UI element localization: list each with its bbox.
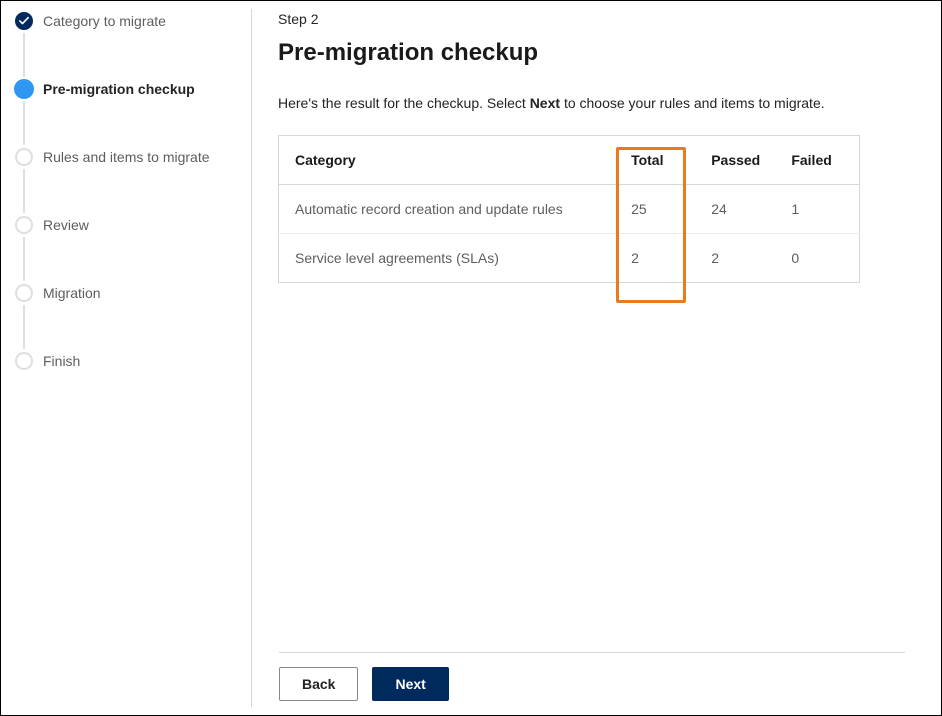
step-category-to-migrate[interactable]: Category to migrate	[1, 11, 251, 79]
th-passed: Passed	[699, 136, 779, 185]
step-label: Pre-migration checkup	[43, 79, 195, 99]
step-rules-and-items[interactable]: Rules and items to migrate	[1, 147, 251, 215]
cell-total[interactable]: 2	[619, 234, 699, 283]
wizard-stepper: Category to migrate Pre-migration checku…	[1, 1, 251, 715]
cell-total[interactable]: 25	[619, 185, 699, 234]
intro-after: to choose your rules and items to migrat…	[564, 95, 825, 111]
step-migration[interactable]: Migration	[1, 283, 251, 351]
cell-category: Automatic record creation and update rul…	[279, 185, 620, 234]
cell-category: Service level agreements (SLAs)	[279, 234, 620, 283]
intro-text: Here's the result for the checkup. Selec…	[278, 95, 905, 111]
step-future-icon	[15, 216, 33, 234]
step-label: Review	[43, 215, 89, 235]
step-pre-migration-checkup[interactable]: Pre-migration checkup	[1, 79, 251, 147]
step-future-icon	[15, 148, 33, 166]
step-connector	[23, 305, 25, 349]
intro-before: Here's the result for the checkup. Selec…	[278, 95, 530, 111]
step-label: Finish	[43, 351, 80, 371]
intro-strong: Next	[530, 95, 560, 111]
step-connector	[23, 33, 25, 77]
step-connector	[23, 169, 25, 213]
th-failed: Failed	[779, 136, 859, 185]
results-table: Category Total Passed Failed Automatic r…	[278, 135, 860, 283]
th-total: Total	[619, 136, 699, 185]
table-header-row: Category Total Passed Failed	[279, 136, 860, 185]
step-label: Category to migrate	[43, 11, 166, 31]
step-label: Rules and items to migrate	[43, 147, 210, 167]
step-connector	[23, 237, 25, 281]
table-row: Service level agreements (SLAs) 2 2 0	[279, 234, 860, 283]
next-button[interactable]: Next	[372, 667, 448, 701]
cell-passed[interactable]: 2	[699, 234, 779, 283]
main-content: Step 2 Pre-migration checkup Here's the …	[252, 1, 941, 715]
cell-failed[interactable]: 1	[779, 185, 859, 234]
checkmark-icon	[15, 12, 33, 30]
step-indicator: Step 2	[278, 11, 905, 27]
step-future-icon	[15, 284, 33, 302]
back-button[interactable]: Back	[279, 667, 358, 701]
cell-passed[interactable]: 24	[699, 185, 779, 234]
wizard-footer: Back Next	[279, 652, 905, 701]
step-finish[interactable]: Finish	[1, 351, 251, 371]
step-connector	[23, 101, 25, 145]
table-row: Automatic record creation and update rul…	[279, 185, 860, 234]
page-title: Pre-migration checkup	[278, 39, 905, 67]
step-label: Migration	[43, 283, 101, 303]
cell-failed[interactable]: 0	[779, 234, 859, 283]
th-category: Category	[279, 136, 620, 185]
step-future-icon	[15, 352, 33, 370]
step-current-icon	[14, 79, 34, 99]
step-review[interactable]: Review	[1, 215, 251, 283]
app-frame: Category to migrate Pre-migration checku…	[0, 0, 942, 716]
